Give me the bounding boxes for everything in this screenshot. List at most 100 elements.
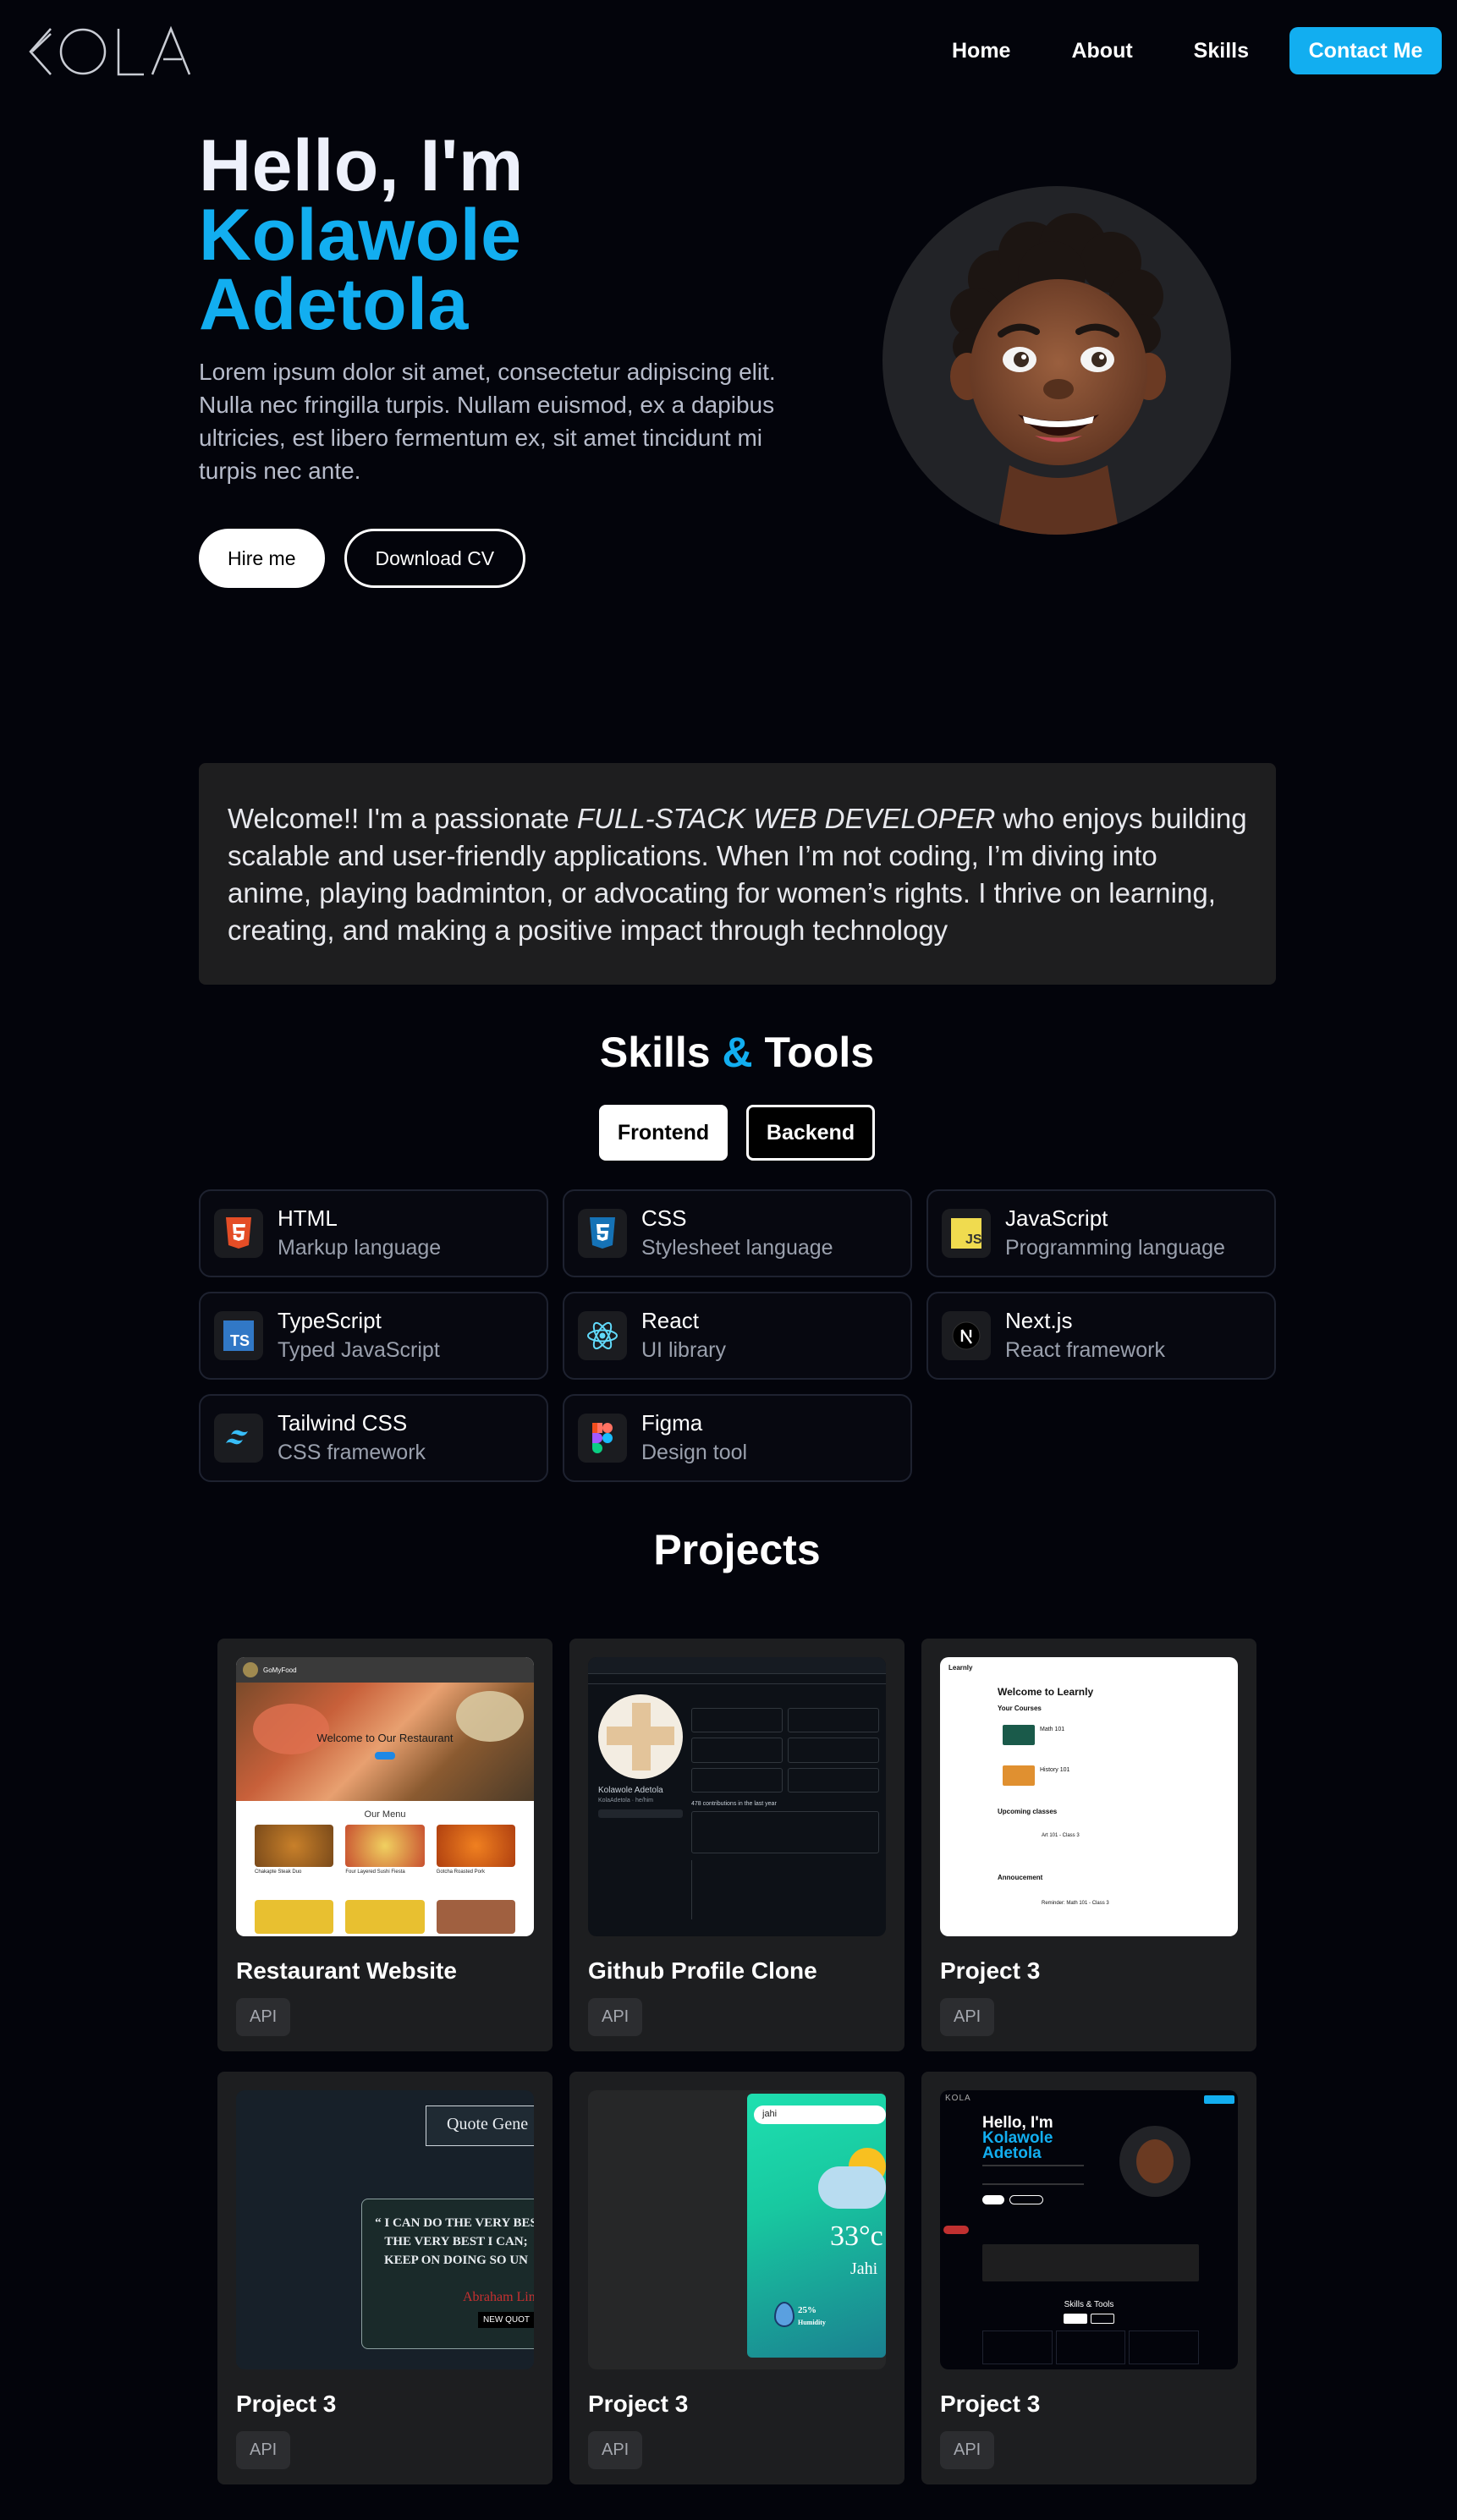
skill-description: UI library <box>641 1338 727 1362</box>
skill-name: Figma <box>641 1410 703 1436</box>
skill-description: React framework <box>1005 1338 1165 1362</box>
thumb-contrib: 478 contributions in the last year <box>691 1801 777 1807</box>
skill-card-tailwind: Tailwind CSS CSS framework <box>199 1394 548 1482</box>
thumb-dish: Chakapte Steak Duo <box>255 1869 302 1875</box>
project-card-restaurant[interactable]: GoMyFood Welcome to Our Restaurant Our M… <box>217 1639 553 2051</box>
skill-card-html: HTML Markup language <box>199 1189 548 1277</box>
tailwind-icon <box>214 1414 263 1463</box>
thumb-weather-search: jahi <box>754 2105 886 2124</box>
thumb-hero: Welcome to Our Restaurant <box>316 1732 454 1744</box>
thumb-upcoming: Art 101 - Class 3 <box>1042 1833 1080 1838</box>
svg-text:TS: TS <box>230 1332 250 1349</box>
kola-logo[interactable] <box>25 25 195 78</box>
projects-heading: Projects <box>653 1526 821 1573</box>
project-tag: API <box>588 1998 643 2036</box>
svg-text:JS: JS <box>965 1233 981 1247</box>
project-tag: API <box>236 2431 291 2469</box>
project-thumbnail: jahi 33°c Jahi 25% Humidity <box>588 2090 886 2369</box>
project-card-quote[interactable]: Quote Gene “ I CAN DO THE VERY BES THE V… <box>217 2072 553 2484</box>
skill-description: Programming language <box>1005 1236 1225 1260</box>
skill-name: HTML <box>278 1205 338 1231</box>
nav-about-link[interactable]: About <box>1071 39 1132 63</box>
project-thumbnail: KOLA Hello, I'm Kolawole Adetola Skills … <box>940 2090 1238 2369</box>
skill-description: CSS framework <box>278 1441 426 1464</box>
skill-description: Typed JavaScript <box>278 1338 440 1362</box>
skill-name: JavaScript <box>1005 1205 1108 1231</box>
avatar <box>882 186 1231 535</box>
project-title: Project 3 <box>940 1957 1041 1984</box>
thumb-weather-city: Jahi <box>850 2259 878 2278</box>
skills-heading-b: Tools <box>764 1029 875 1076</box>
skills-tabs: Frontend Backend <box>0 1105 1457 1161</box>
tab-backend[interactable]: Backend <box>746 1105 875 1161</box>
navbar: Home About Skills Contact Me <box>0 0 1457 102</box>
welcome-text: Welcome!! I'm a passionate <box>228 803 577 834</box>
hero-last-name: Adetola <box>199 264 469 345</box>
project-title: Project 3 <box>236 2391 337 2417</box>
thumb-quote-author: Abraham Lin <box>463 2290 534 2304</box>
html5-icon <box>214 1209 263 1258</box>
nav-home-link[interactable]: Home <box>952 39 1010 63</box>
project-thumbnail: Learnly Welcome to Learnly Your Courses … <box>940 1657 1238 1936</box>
skill-card-nextjs: Next.js React framework <box>926 1292 1276 1380</box>
skills-grid: HTML Markup language CSS Stylesheet langua… <box>199 1189 1276 1482</box>
thumb-weather-humidity: 25% <box>798 2305 816 2315</box>
skills-heading-a: Skills <box>599 1029 711 1076</box>
project-thumbnail: Kolawole Adetola KolaAdetola · he/him 47… <box>588 1657 886 1936</box>
skill-description: Markup language <box>278 1236 442 1260</box>
thumb-brand: GoMyFood <box>263 1666 297 1674</box>
thumb-dish: Four Layered Sushi Fiesta <box>345 1869 405 1875</box>
skill-card-figma: Figma Design tool <box>563 1394 912 1482</box>
welcome-card: Welcome!! I'm a passionate FULL-STACK WE… <box>199 763 1276 985</box>
hero-first-name: Kolawole <box>199 195 522 276</box>
thumb-brand: Learnly <box>948 1664 973 1672</box>
skill-name: TypeScript <box>278 1308 382 1333</box>
skill-card-typescript: TS TypeScript Typed JavaScript <box>199 1292 548 1380</box>
javascript-icon: JS <box>942 1209 991 1258</box>
project-card-weather[interactable]: jahi 33°c Jahi 25% Humidity Project 3 AP… <box>569 2072 904 2484</box>
skill-card-react: React UI library <box>563 1292 912 1380</box>
tab-frontend[interactable]: Frontend <box>599 1105 728 1161</box>
project-title: Github Profile Clone <box>588 1957 817 1984</box>
hero-title: Hello, I'm Kolawole Adetola <box>199 125 524 345</box>
project-title: Project 3 <box>588 2391 689 2417</box>
typescript-icon: TS <box>214 1311 263 1360</box>
project-tag: API <box>236 1998 291 2036</box>
contact-me-button[interactable]: Contact Me <box>1289 27 1442 74</box>
figma-icon <box>578 1414 627 1463</box>
thumb-course: History 101 <box>1040 1767 1070 1773</box>
thumb-course: Math 101 <box>1040 1727 1065 1732</box>
thumb-quote-button: Quote Gene <box>426 2105 534 2146</box>
thumb-menu: Our Menu <box>364 1809 406 1820</box>
skill-description: Design tool <box>641 1441 748 1464</box>
skill-name: Tailwind CSS <box>278 1410 408 1436</box>
welcome-emphasis: FULL-STACK WEB DEVELOPER <box>576 803 996 834</box>
projects-grid: GoMyFood Welcome to Our Restaurant Our M… <box>217 1639 1256 2484</box>
skills-heading-amp: & <box>722 1029 753 1076</box>
thumb-welcome: Welcome to Learnly <box>998 1686 1094 1698</box>
hero-greeting: Hello, I'm <box>199 125 524 206</box>
thumb-weather-temp: 33°c <box>830 2221 883 2252</box>
project-card-learnly[interactable]: Learnly Welcome to Learnly Your Courses … <box>921 1639 1256 2051</box>
project-title: Restaurant Website <box>236 1957 457 1984</box>
thumb-quote-text: “ I CAN DO THE VERY BES THE VERY BEST I … <box>375 2216 534 2267</box>
hire-me-button[interactable]: Hire me <box>199 529 325 588</box>
download-cv-button[interactable]: Download CV <box>344 529 526 588</box>
thumb-dish: Gotcha Roasted Pork <box>436 1869 486 1875</box>
project-card-github[interactable]: Kolawole Adetola KolaAdetola · he/him 47… <box>569 1639 904 2051</box>
memoji-avatar-icon <box>950 213 1166 535</box>
project-card-portfolio[interactable]: KOLA Hello, I'm Kolawole Adetola Skills … <box>921 2072 1256 2484</box>
project-thumbnail: Quote Gene “ I CAN DO THE VERY BES THE V… <box>236 2090 534 2369</box>
nextjs-icon <box>942 1311 991 1360</box>
thumb-courses-title: Your Courses <box>998 1705 1042 1712</box>
nav-skills-link[interactable]: Skills <box>1194 39 1249 63</box>
thumb-portfolio-last: Adetola <box>982 2144 1042 2162</box>
thumb-new-quote: NEW QUOT <box>478 2312 534 2328</box>
hero-description: Lorem ipsum dolor sit amet, consectetur … <box>199 359 776 484</box>
thumb-handle: KolaAdetola · he/him <box>598 1798 653 1804</box>
react-icon <box>578 1311 627 1360</box>
thumb-portfolio-skills: Skills & Tools <box>1064 2300 1114 2309</box>
hero-buttons: Hire me Download CV <box>199 529 526 588</box>
skill-card-css: CSS Stylesheet language <box>563 1189 912 1277</box>
project-title: Project 3 <box>940 2391 1041 2417</box>
